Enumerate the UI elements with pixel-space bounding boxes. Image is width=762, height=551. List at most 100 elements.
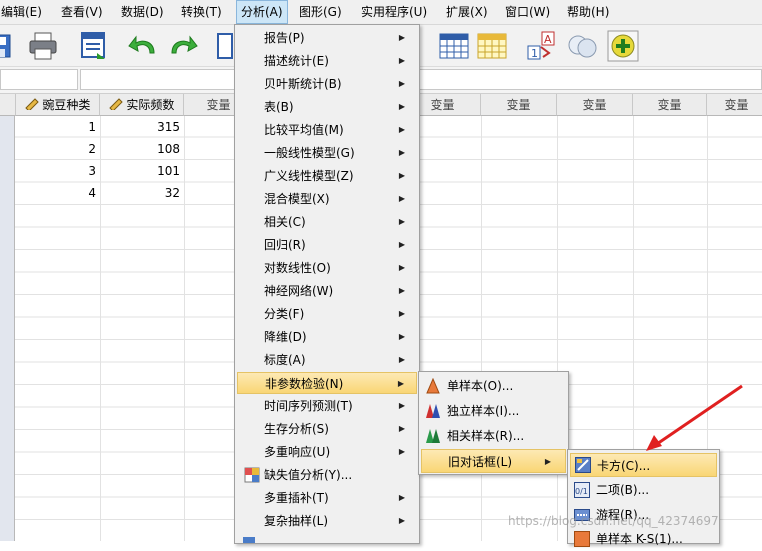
submenu-arrow-icon: ▶ [398,148,405,157]
menu-item-dimension-reduction[interactable]: 降维(D) ▶ [237,326,417,348]
submenu-arrow-icon: ▶ [398,263,405,272]
menu-item-label: 相关样本(R)... [447,429,525,443]
cell-value-input[interactable] [80,69,762,90]
menu-item-label: 对数线性(O) [264,261,331,275]
submenu-arrow-icon: ▶ [398,309,405,318]
menu-item-label: 一般线性模型(G) [264,146,355,160]
use-variable-sets-icon[interactable] [566,29,600,63]
submenu-arrow-icon: ▶ [398,171,405,180]
menu-help[interactable]: 帮助(H) [567,0,609,24]
menu-extensions[interactable]: 扩展(X) [446,0,488,24]
cell-reference-box[interactable] [0,69,78,90]
table-cell[interactable]: 2 [16,138,100,160]
menu-item-one-sample[interactable]: 单样本(O)... [421,374,566,398]
menu-window[interactable]: 窗口(W) [505,0,550,24]
menu-item-chi-square[interactable]: 卡方(C)... [570,453,717,477]
menu-item-tables[interactable]: 表(B) ▶ [237,96,417,118]
menu-item-label: 独立样本(I)... [447,404,520,418]
menu-item-label: 多重响应(U) [264,445,331,459]
menu-edit[interactable]: 编辑(E) [1,0,42,24]
menu-item-label: 生存分析(S) [264,422,329,436]
corner-header[interactable] [0,94,16,116]
menu-item-label: 分类(F) [264,307,305,321]
menu-item-classify[interactable]: 分类(F) ▶ [237,303,417,325]
menu-item-independent-samples[interactable]: 独立样本(I)... [421,399,566,423]
column-header-actual-freq[interactable]: 实际频数 [100,94,184,116]
menu-item-label: 神经网络(W) [264,284,334,298]
column-name: 豌豆种类 [42,98,91,112]
column-header-var[interactable]: 变量 [707,94,762,116]
menu-item-loglinear[interactable]: 对数线性(O) ▶ [237,257,417,279]
submenu-arrow-icon: ▶ [398,355,405,364]
submenu-arrow-icon: ▶ [398,56,405,65]
menu-transform[interactable]: 转换(T) [181,0,222,24]
menu-item-nonparametric[interactable]: 非参数检验(N) ▶ [237,372,417,394]
recall-dialog-icon[interactable] [77,29,111,63]
menu-item-survival[interactable]: 生存分析(S) ▶ [237,418,417,440]
table-cell[interactable]: 4 [16,182,100,204]
menu-item-compare-means[interactable]: 比较平均值(M) ▶ [237,119,417,141]
column-header-pea-type[interactable]: 豌豆种类 [16,94,100,116]
goto-case-icon[interactable] [214,29,234,63]
related-samples-icon [426,429,440,443]
menu-item-label: 混合模型(X) [264,192,330,206]
menu-item-one-sample-ks[interactable]: 单样本 K-S(1)... [570,527,717,551]
column-header-var[interactable]: 变量 [633,94,707,116]
menu-item-correlate[interactable]: 相关(C) ▶ [237,211,417,233]
row-header-strip[interactable] [0,116,15,541]
menu-item-legacy-dialogs[interactable]: 旧对话框(L) ▶ [421,449,566,473]
watermark: https://blog.csdn.net/qq_42374697 [508,514,719,528]
menu-item-mixed-models[interactable]: 混合模型(X) ▶ [237,188,417,210]
menu-item-related-samples[interactable]: 相关样本(R)... [421,424,566,448]
menu-item-complex-samples[interactable]: 复杂抽样(L) ▶ [237,510,417,532]
menu-item-label: 时间序列预测(T) [264,399,353,413]
menu-item-regression[interactable]: 回归(R) ▶ [237,234,417,256]
save-icon[interactable] [0,29,16,63]
print-icon[interactable] [26,29,60,63]
menu-utilities[interactable]: 实用程序(U) [361,0,427,24]
menu-item-missing-value[interactable]: 缺失值分析(Y)... [237,464,417,486]
table-cell[interactable]: 1 [16,116,100,138]
variable-view-icon[interactable] [475,29,509,63]
table-cell[interactable]: 108 [100,138,184,160]
menu-data[interactable]: 数据(D) [121,0,164,24]
menu-item-label: 比较平均值(M) [264,123,344,137]
value-labels-icon[interactable]: A 1 [525,29,559,63]
menu-item-label: 单样本(O)... [447,379,514,393]
table-cell[interactable]: 101 [100,160,184,182]
redo-icon[interactable] [166,29,200,63]
menu-view[interactable]: 查看(V) [61,0,103,24]
column-header-var[interactable]: 变量 [481,94,557,116]
menu-item-scale[interactable]: 标度(A) ▶ [237,349,417,371]
submenu-arrow-icon: ▶ [398,401,405,410]
submenu-arrow-icon: ▶ [398,447,405,456]
menu-analyze[interactable]: 分析(A) [236,0,288,24]
menu-item-reports[interactable]: 报告(P) ▶ [237,27,417,49]
binomial-icon: 0/1 [574,482,590,498]
menu-item-multiple-response[interactable]: 多重响应(U) ▶ [237,441,417,463]
analyze-menu: 报告(P) ▶ 描述统计(E) ▶ 贝叶斯统计(B) ▶ 表(B) ▶ 比较平均值(M)… [234,24,420,544]
menu-item-label: 复杂抽样(L) [264,514,329,528]
menu-graphs[interactable]: 图形(G) [299,0,342,24]
column-header-var[interactable]: 变量 [557,94,633,116]
menu-item-glm[interactable]: 一般线性模型(G) ▶ [237,142,417,164]
menu-item-bayesian[interactable]: 贝叶斯统计(B) ▶ [237,73,417,95]
menu-item-binomial[interactable]: 0/1 二项(B)... [570,478,717,502]
menu-item-forecasting[interactable]: 时间序列预测(T) ▶ [237,395,417,417]
undo-icon[interactable] [126,29,160,63]
add-extension-icon[interactable] [606,29,640,63]
menu-item-label: 缺失值分析(Y)... [264,468,353,482]
data-view-icon[interactable] [437,29,471,63]
one-sample-icon [426,378,440,394]
menu-item-label: 回归(R) [264,238,306,252]
menu-item-neural-networks[interactable]: 神经网络(W) ▶ [237,280,417,302]
menu-item-label: 多重插补(T) [264,491,329,505]
table-cell[interactable]: 315 [100,116,184,138]
independent-samples-icon [426,404,440,418]
submenu-arrow-icon: ▶ [398,102,405,111]
menu-item-generalized-linear[interactable]: 广义线性模型(Z) ▶ [237,165,417,187]
menu-item-descriptive[interactable]: 描述统计(E) ▶ [237,50,417,72]
menu-item-multiple-imputation[interactable]: 多重插补(T) ▶ [237,487,417,509]
table-cell[interactable]: 3 [16,160,100,182]
table-cell[interactable]: 32 [100,182,184,204]
